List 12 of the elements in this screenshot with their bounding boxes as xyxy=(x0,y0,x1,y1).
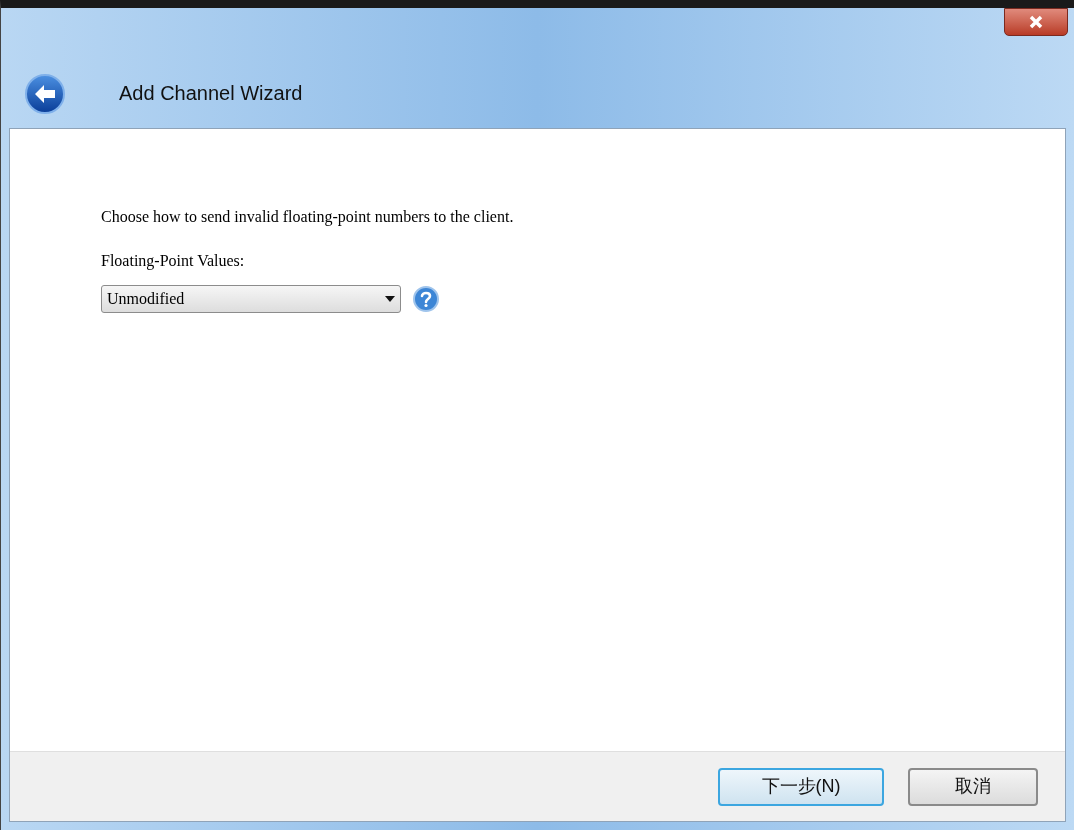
back-button[interactable] xyxy=(25,74,65,114)
dialog-button[interactable]: 下一步(N) xyxy=(718,767,884,806)
back-arrow-icon xyxy=(33,83,57,105)
floating-point-dropdown[interactable]: Unmodified xyxy=(101,285,401,313)
field-label: Floating-Point Values: xyxy=(101,251,246,272)
dialog-button[interactable]: 取消 xyxy=(908,767,1038,806)
dropdown-arrow-icon xyxy=(385,296,395,302)
instruction-text: Choose how to send invalid floating-point numbers to the client. xyxy=(101,207,515,228)
help-icon[interactable] xyxy=(413,286,439,312)
close-button[interactable] xyxy=(1004,8,1068,36)
window-title: Add Channel Wizard xyxy=(119,81,303,106)
close-icon xyxy=(1028,15,1044,29)
